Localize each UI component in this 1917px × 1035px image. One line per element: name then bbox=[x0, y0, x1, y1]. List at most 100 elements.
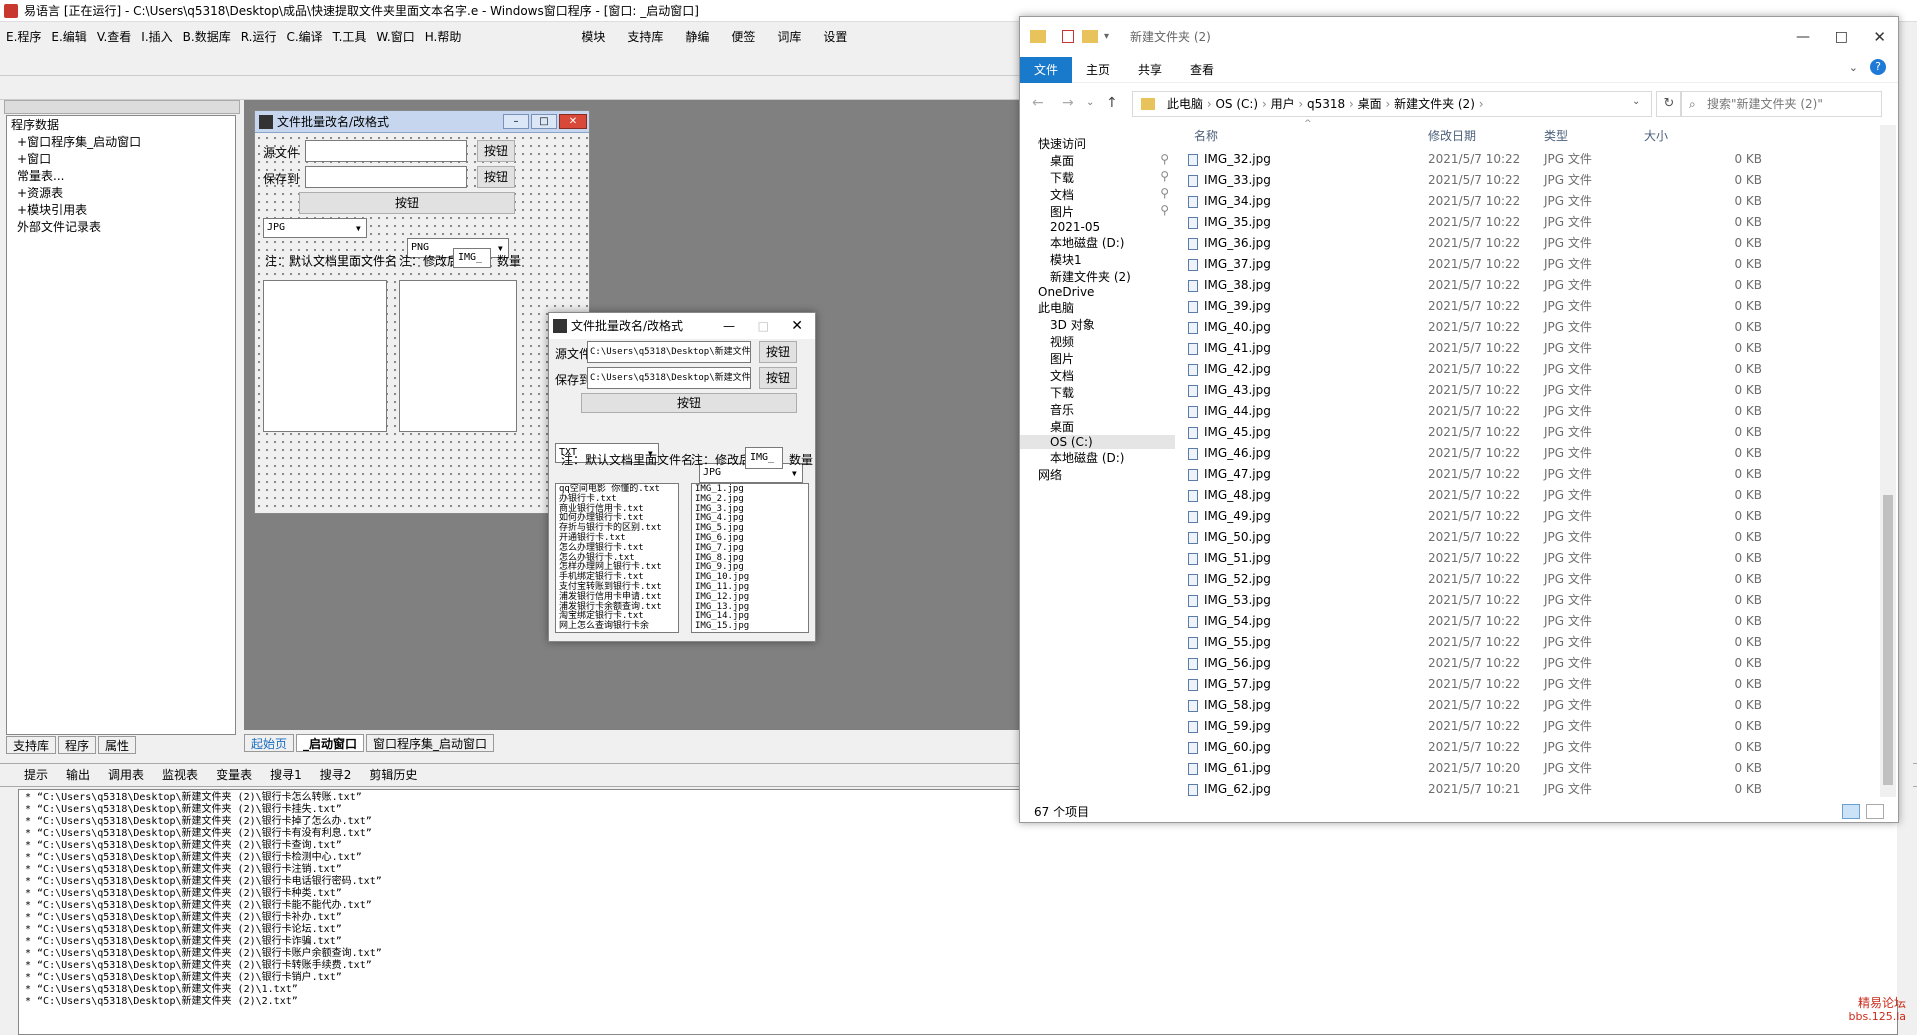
list-item[interactable]: 网上怎么查询银行卡余 bbox=[559, 621, 675, 632]
chevron-right-icon[interactable]: › bbox=[1258, 97, 1270, 111]
menu-item[interactable]: R.运行 bbox=[241, 30, 277, 44]
designer-src-button[interactable]: 按钮 bbox=[477, 140, 515, 162]
menu-item[interactable]: C.编译 bbox=[286, 30, 322, 44]
expand-icon[interactable]: + bbox=[17, 135, 27, 149]
chevron-right-icon[interactable]: › bbox=[1203, 97, 1215, 111]
search-input[interactable]: ⌕ 搜索"新建文件夹 (2)" bbox=[1680, 91, 1882, 117]
left-panel-tab[interactable]: 属性 bbox=[98, 736, 137, 754]
file-row[interactable]: IMG_57.jpg 2021/5/7 10:22 JPG 文件 0 KB bbox=[1182, 674, 1872, 695]
column-date[interactable]: 修改日期 bbox=[1428, 125, 1476, 147]
details-view-icon[interactable] bbox=[1842, 804, 1860, 819]
nav-item[interactable]: 视频 bbox=[1020, 333, 1175, 350]
running-src-button[interactable]: 按钮 bbox=[759, 341, 797, 363]
designer-format-from[interactable]: JPG bbox=[263, 218, 367, 238]
breadcrumb-item[interactable]: q5318 bbox=[1307, 97, 1345, 111]
file-row[interactable]: IMG_60.jpg 2021/5/7 10:22 JPG 文件 0 KB bbox=[1182, 737, 1872, 758]
designer-list-left[interactable] bbox=[263, 280, 387, 432]
file-row[interactable]: IMG_56.jpg 2021/5/7 10:22 JPG 文件 0 KB bbox=[1182, 653, 1872, 674]
pin-icon[interactable]: ⚲ bbox=[1160, 186, 1169, 200]
nav-item[interactable]: 桌面 ⚲ bbox=[1020, 152, 1175, 169]
file-row[interactable]: IMG_52.jpg 2021/5/7 10:22 JPG 文件 0 KB bbox=[1182, 569, 1872, 590]
nav-item[interactable]: 新建文件夹 (2) bbox=[1020, 268, 1175, 285]
tree-item[interactable]: +资源表 bbox=[7, 184, 235, 201]
file-row[interactable]: IMG_45.jpg 2021/5/7 10:22 JPG 文件 0 KB bbox=[1182, 422, 1872, 443]
properties-icon[interactable] bbox=[1062, 30, 1074, 43]
file-row[interactable]: IMG_44.jpg 2021/5/7 10:22 JPG 文件 0 KB bbox=[1182, 401, 1872, 422]
chevron-right-icon[interactable]: › bbox=[1295, 97, 1307, 111]
file-row[interactable]: IMG_38.jpg 2021/5/7 10:22 JPG 文件 0 KB bbox=[1182, 275, 1872, 296]
minimize-icon[interactable]: — bbox=[1796, 17, 1810, 57]
designer-save-button[interactable]: 按钮 bbox=[477, 166, 515, 188]
nav-item[interactable]: 网络 bbox=[1020, 466, 1175, 483]
menu-item[interactable]: E.程序 bbox=[6, 30, 41, 44]
file-row[interactable]: IMG_36.jpg 2021/5/7 10:22 JPG 文件 0 KB bbox=[1182, 233, 1872, 254]
menu-item[interactable]: E.编辑 bbox=[51, 30, 86, 44]
maximize-icon[interactable]: □ bbox=[1835, 17, 1848, 57]
running-save-button[interactable]: 按钮 bbox=[759, 367, 797, 389]
nav-item[interactable]: 音乐 bbox=[1020, 401, 1175, 418]
address-dropdown-icon[interactable]: ⌄ bbox=[1632, 96, 1640, 107]
file-row[interactable]: IMG_51.jpg 2021/5/7 10:22 JPG 文件 0 KB bbox=[1182, 548, 1872, 569]
designer-prefix-input[interactable]: IMG_ bbox=[453, 248, 491, 268]
refresh-icon[interactable]: ↻ bbox=[1656, 91, 1682, 117]
file-list-scrollbar[interactable] bbox=[1880, 125, 1896, 797]
file-row[interactable]: IMG_49.jpg 2021/5/7 10:22 JPG 文件 0 KB bbox=[1182, 506, 1872, 527]
tree-item[interactable]: 外部文件记录表 bbox=[7, 218, 235, 235]
expand-icon[interactable]: + bbox=[17, 152, 27, 166]
output-tab[interactable]: 变量表 bbox=[216, 768, 252, 782]
output-tab[interactable]: 剪辑历史 bbox=[369, 768, 417, 782]
nav-item[interactable]: OneDrive bbox=[1020, 285, 1175, 299]
minimize-icon[interactable]: – bbox=[503, 114, 529, 129]
tree-item[interactable]: 程序数据 bbox=[7, 116, 235, 133]
tree-item[interactable]: +窗口程序集_启动窗口 bbox=[7, 133, 235, 150]
explorer-window[interactable]: ▾ 新建文件夹 (2) — □ ✕ 文件 主页 共享 查看 ⌄ ? ← → ⌄ ↑ 此… bbox=[1019, 16, 1899, 823]
breadcrumb-item[interactable]: 桌面 bbox=[1358, 97, 1382, 111]
nav-item[interactable]: OS (C:) bbox=[1020, 435, 1175, 449]
close-icon[interactable]: ✕ bbox=[1873, 17, 1886, 57]
breadcrumb[interactable]: 此电脑 › OS (C:) › 用户 › q5318 › 桌面 › 新建文件夹 … bbox=[1132, 91, 1652, 117]
pin-icon[interactable]: ⚲ bbox=[1160, 152, 1169, 166]
file-row[interactable]: IMG_33.jpg 2021/5/7 10:22 JPG 文件 0 KB bbox=[1182, 170, 1872, 191]
designer-run-button[interactable]: 按钮 bbox=[299, 192, 515, 214]
file-row[interactable]: IMG_47.jpg 2021/5/7 10:22 JPG 文件 0 KB bbox=[1182, 464, 1872, 485]
breadcrumb-item[interactable]: 此电脑 bbox=[1167, 97, 1203, 111]
breadcrumb-item[interactable]: OS (C:) bbox=[1215, 97, 1258, 111]
menu-item[interactable]: V.查看 bbox=[97, 30, 131, 44]
menu-item[interactable]: I.插入 bbox=[141, 30, 172, 44]
maximize-icon[interactable]: □ bbox=[531, 114, 557, 129]
nav-item[interactable]: 文档 ⚲ bbox=[1020, 186, 1175, 203]
up-arrow-icon[interactable]: ↑ bbox=[1106, 95, 1118, 111]
nav-item[interactable]: 此电脑 bbox=[1020, 299, 1175, 316]
file-row[interactable]: IMG_55.jpg 2021/5/7 10:22 JPG 文件 0 KB bbox=[1182, 632, 1872, 653]
file-row[interactable]: IMG_37.jpg 2021/5/7 10:22 JPG 文件 0 KB bbox=[1182, 254, 1872, 275]
nav-item[interactable]: 下载 bbox=[1020, 384, 1175, 401]
scroll-thumb[interactable] bbox=[1883, 495, 1893, 785]
nav-item[interactable]: 下载 ⚲ bbox=[1020, 169, 1175, 186]
menu-item[interactable]: 便签 bbox=[731, 30, 755, 44]
output-tab[interactable]: 输出 bbox=[66, 768, 90, 782]
menu-item[interactable]: 支持库 bbox=[627, 30, 663, 44]
chevron-right-icon[interactable]: › bbox=[1345, 97, 1357, 111]
file-row[interactable]: IMG_32.jpg 2021/5/7 10:22 JPG 文件 0 KB bbox=[1182, 149, 1872, 170]
file-row[interactable]: IMG_54.jpg 2021/5/7 10:22 JPG 文件 0 KB bbox=[1182, 611, 1872, 632]
designer-list-right[interactable] bbox=[399, 280, 517, 432]
nav-item[interactable]: 2021-05 bbox=[1020, 220, 1175, 234]
new-folder-icon[interactable] bbox=[1082, 30, 1098, 43]
file-row[interactable]: IMG_43.jpg 2021/5/7 10:22 JPG 文件 0 KB bbox=[1182, 380, 1872, 401]
file-row[interactable]: IMG_61.jpg 2021/5/7 10:20 JPG 文件 0 KB bbox=[1182, 758, 1872, 779]
nav-item[interactable]: 3D 对象 bbox=[1020, 316, 1175, 333]
tree-item[interactable]: 常量表... bbox=[7, 167, 235, 184]
breadcrumb-item[interactable]: 新建文件夹 (2) bbox=[1394, 97, 1475, 111]
ribbon-tab[interactable]: 主页 bbox=[1072, 57, 1124, 83]
menu-item[interactable]: 静编 bbox=[685, 30, 709, 44]
file-row[interactable]: IMG_53.jpg 2021/5/7 10:22 JPG 文件 0 KB bbox=[1182, 590, 1872, 611]
nav-item[interactable]: 图片 ⚲ bbox=[1020, 203, 1175, 220]
left-panel-tab[interactable]: 程序 bbox=[58, 736, 97, 754]
file-row[interactable]: IMG_35.jpg 2021/5/7 10:22 JPG 文件 0 KB bbox=[1182, 212, 1872, 233]
document-tab[interactable]: 起始页 bbox=[244, 734, 295, 752]
nav-item[interactable]: 图片 bbox=[1020, 350, 1175, 367]
running-prefix-input[interactable]: IMG_ bbox=[745, 447, 783, 469]
file-row[interactable]: IMG_46.jpg 2021/5/7 10:22 JPG 文件 0 KB bbox=[1182, 443, 1872, 464]
designer-form[interactable]: 文件批量改名/改格式 – □ ✕ 源文件 按钮 保存到 按钮 按钮 JPG PN… bbox=[254, 110, 590, 514]
column-name[interactable]: 名称 bbox=[1194, 125, 1218, 147]
